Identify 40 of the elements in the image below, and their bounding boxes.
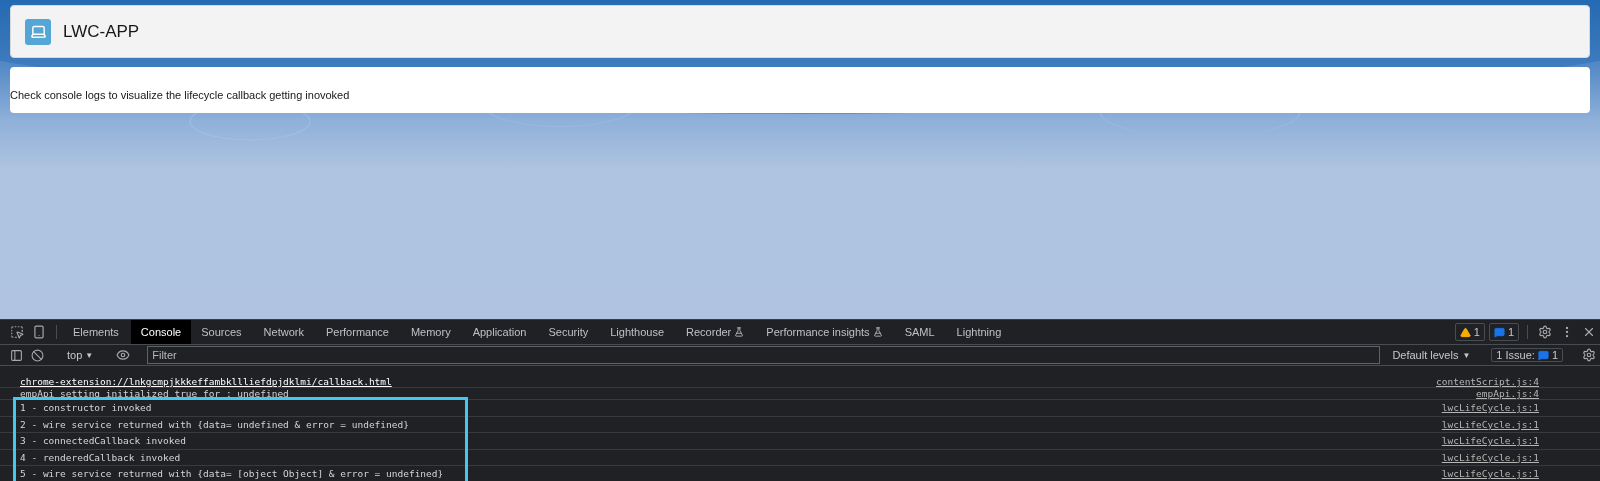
messages-counter[interactable]: 1 [1488, 323, 1519, 341]
log-link[interactable]: chrome-extension://lnkgcmpjkkkeffambkllliefdpjdklmi/callback.html [20, 376, 392, 387]
devtools-tab[interactable]: Network [253, 320, 314, 344]
filter-field[interactable]: Filter [147, 346, 1381, 364]
devtools-tab[interactable]: Sources [191, 320, 252, 344]
app-title: LWC-APP [63, 21, 140, 42]
log-message: 4 - renderedCallback invoked [20, 451, 181, 463]
source-link[interactable]: contentScript.js:4 [1436, 376, 1539, 387]
devtools-tab[interactable]: Recorder [676, 320, 755, 344]
message-icon [1537, 349, 1549, 361]
flask-icon [872, 327, 883, 337]
devtools-tab[interactable]: Lighthouse [600, 320, 675, 344]
devtools-tab[interactable]: Performance insights [756, 320, 893, 344]
devtools-tab[interactable]: Performance [315, 320, 399, 344]
message-icon [1493, 326, 1505, 338]
devtools-tab[interactable]: SAML [894, 320, 945, 344]
devtools-tab[interactable]: Application [462, 320, 537, 344]
issues-counter[interactable]: 1 Issue: 1 [1491, 348, 1563, 362]
source-link[interactable]: lwcLifeCycle.js:1 [1441, 468, 1539, 480]
flask-icon [734, 327, 745, 337]
source-link[interactable]: lwcLifeCycle.js:1 [1441, 435, 1539, 447]
source-link[interactable]: lwcLifeCycle.js:1 [1441, 451, 1539, 463]
devtools-tab[interactable]: Console [130, 320, 192, 344]
source-link[interactable]: empApi.js:4 [1476, 388, 1539, 399]
levels-dropdown[interactable]: Default levels ▼ [1386, 348, 1477, 362]
source-link[interactable]: lwcLifeCycle.js:1 [1441, 402, 1539, 414]
log-message: 2 - wire service returned with {data= undefined & error = undefined} [20, 418, 409, 430]
log-message: 1 - constructor invoked [20, 402, 152, 414]
context-dropdown[interactable]: top ▼ [61, 348, 100, 362]
card-message: Check console logs to visualize the lifecycle callback getting inovoked [10, 89, 350, 101]
devtools-tab[interactable]: Memory [400, 320, 461, 344]
devtools-tab[interactable]: Lightning [946, 320, 1012, 344]
log-message: 3 - connectedCallback invoked [20, 435, 186, 447]
laptop-icon [25, 18, 51, 45]
warnings-counter[interactable]: 1 [1454, 323, 1485, 341]
warning-icon [1459, 326, 1471, 338]
log-message: 5 - wire service returned with {data= [object Object] & error = undefined} [20, 468, 444, 480]
devtools-tab[interactable]: Elements [63, 320, 129, 344]
source-link[interactable]: lwcLifeCycle.js:1 [1441, 418, 1539, 430]
devtools-tab[interactable]: Security [538, 320, 599, 344]
